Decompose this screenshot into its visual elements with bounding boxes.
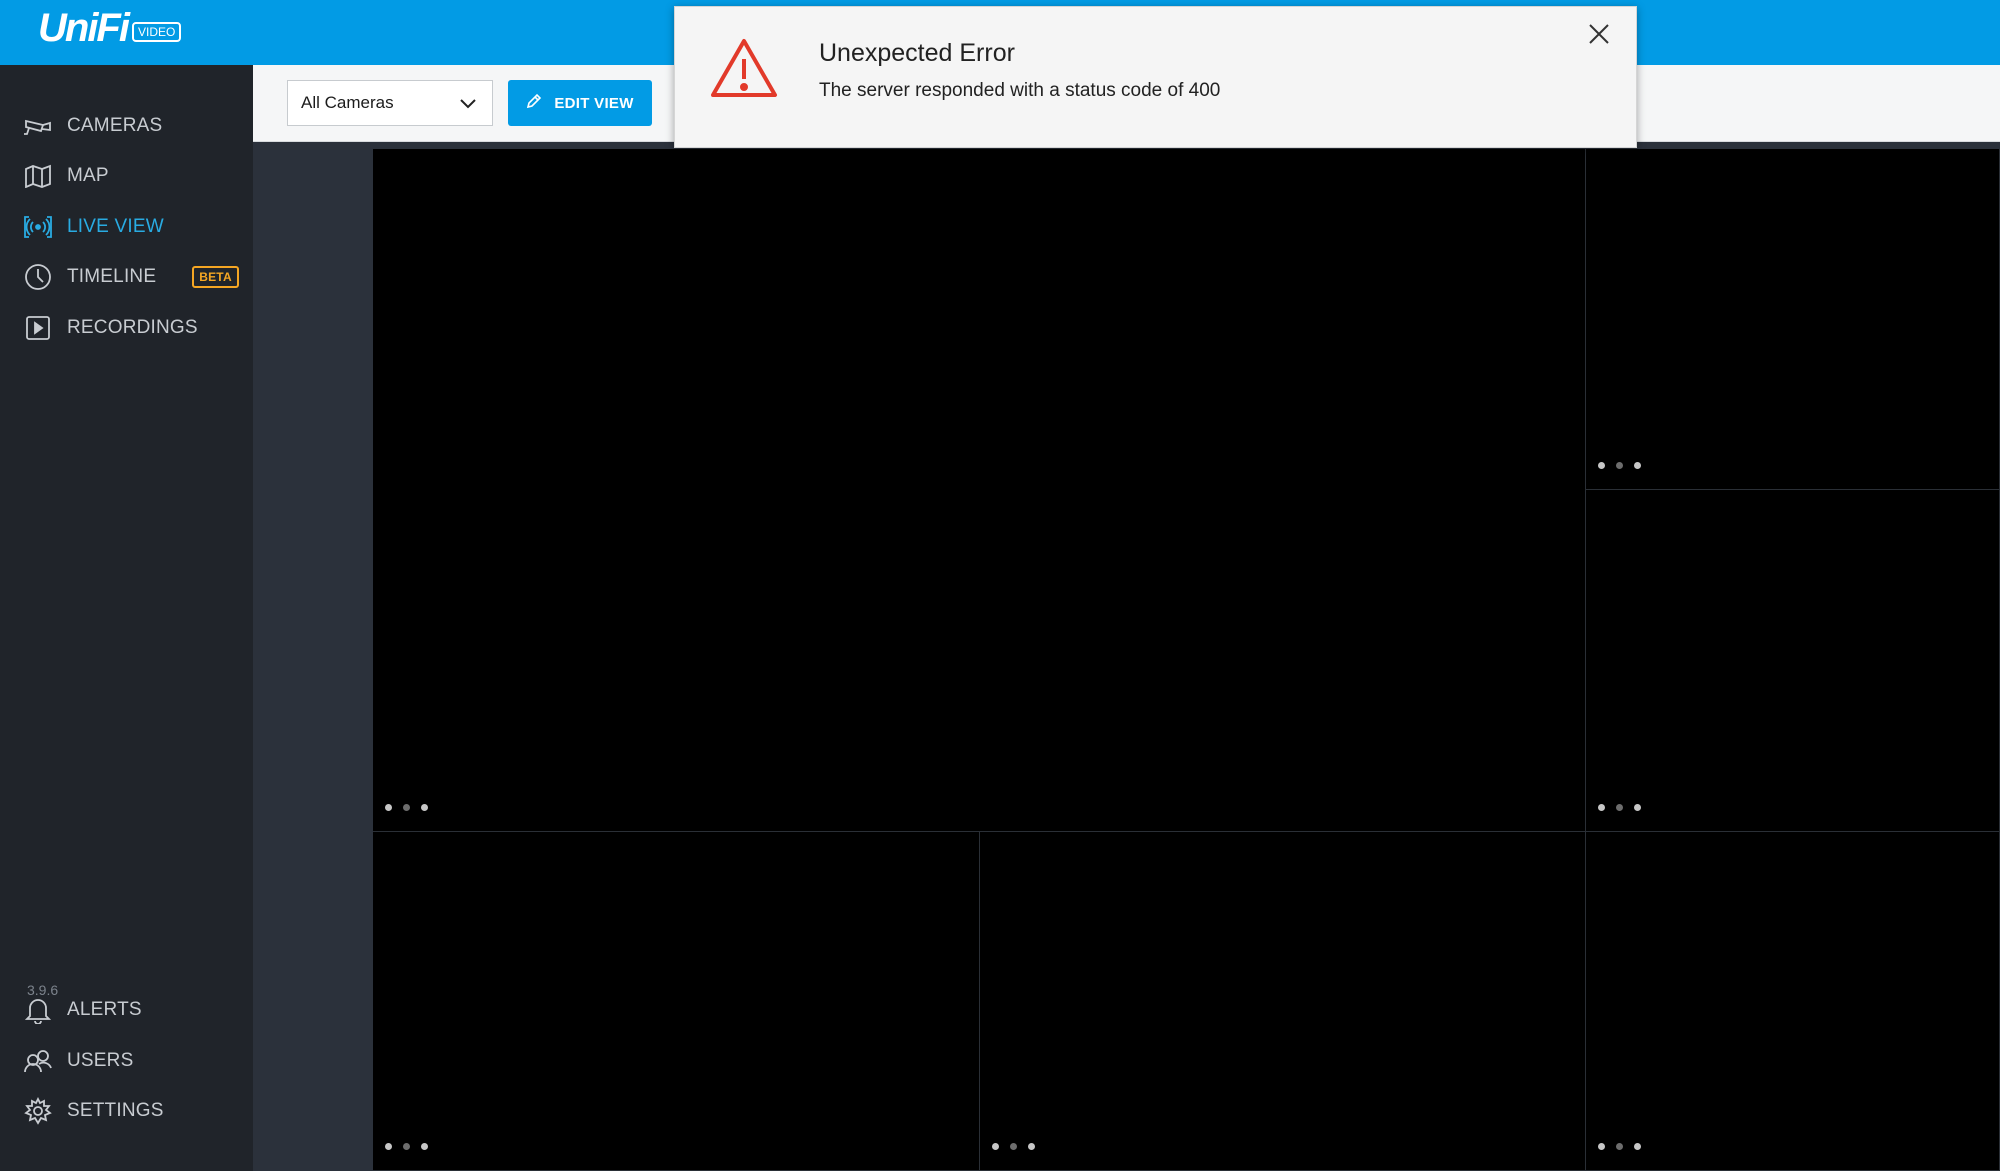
camera-tile[interactable] <box>373 832 980 1171</box>
clock-icon <box>22 261 54 293</box>
sidebar-item-label: CAMERAS <box>67 115 163 136</box>
users-icon <box>22 1045 54 1077</box>
chevron-down-icon <box>458 93 478 118</box>
error-message: The server responded with a status code … <box>819 80 1221 101</box>
pencil-icon <box>526 93 554 113</box>
sidebar-item-users[interactable]: USERS <box>22 1041 133 1081</box>
sidebar-item-settings[interactable]: SETTINGS <box>22 1091 164 1131</box>
bell-icon <box>22 994 54 1026</box>
camera-tile[interactable] <box>373 149 1586 832</box>
camera-tile[interactable] <box>1586 490 2000 832</box>
camera-tile[interactable] <box>980 832 1586 1171</box>
tile-options-menu[interactable] <box>1598 1143 1641 1150</box>
sidebar-item-label: USERS <box>67 1050 134 1071</box>
live-view-icon <box>22 211 54 243</box>
play-icon <box>22 312 54 344</box>
unifi-video-logo[interactable]: UniFi VIDEO <box>38 5 182 50</box>
sidebar-item-label: LIVE VIEW <box>67 216 164 237</box>
sidebar-item-map[interactable]: MAP <box>22 156 109 196</box>
sidebar-item-timeline[interactable]: TIMELINE BETA <box>22 257 239 297</box>
camera-view-select-value: All Cameras <box>301 93 394 112</box>
tile-options-menu[interactable] <box>992 1143 1035 1150</box>
live-view-grid <box>253 142 2000 1171</box>
map-icon <box>22 160 54 192</box>
camera-tile[interactable] <box>1586 149 2000 490</box>
camera-icon <box>22 110 54 142</box>
error-title: Unexpected Error <box>819 39 1015 67</box>
tile-options-menu[interactable] <box>1598 804 1641 811</box>
gear-icon <box>22 1095 54 1127</box>
camera-view-select[interactable]: All Cameras <box>287 80 493 126</box>
close-icon[interactable] <box>1588 23 1610 50</box>
edit-view-button[interactable]: EDIT VIEW <box>508 80 652 126</box>
sidebar-item-recordings[interactable]: RECORDINGS <box>22 308 198 348</box>
sidebar-item-label: MAP <box>67 165 109 186</box>
logo-text: UniFi <box>38 5 130 50</box>
sidebar-item-alerts[interactable]: ALERTS <box>22 990 142 1030</box>
edit-view-label: EDIT VIEW <box>554 94 634 112</box>
sidebar-item-label: ALERTS <box>67 999 142 1020</box>
logo-badge: VIDEO <box>131 22 182 42</box>
sidebar-item-cameras[interactable]: CAMERAS <box>22 106 162 146</box>
error-notification: Unexpected Error The server responded wi… <box>674 6 1637 148</box>
sidebar-item-live-view[interactable]: LIVE VIEW <box>22 207 164 247</box>
camera-tile[interactable] <box>1586 832 2000 1171</box>
sidebar-item-label: SETTINGS <box>67 1100 164 1121</box>
sidebar-item-label: TIMELINE <box>67 266 157 287</box>
beta-badge: BETA <box>192 266 239 288</box>
tile-options-menu[interactable] <box>385 1143 428 1150</box>
sidebar-item-label: RECORDINGS <box>67 317 198 338</box>
warning-icon <box>709 37 779 104</box>
sidebar: CAMERAS MAP LIVE VIEW TIMELINE BETA RECO… <box>0 65 253 1171</box>
tile-options-menu[interactable] <box>1598 462 1641 469</box>
tile-options-menu[interactable] <box>385 804 428 811</box>
